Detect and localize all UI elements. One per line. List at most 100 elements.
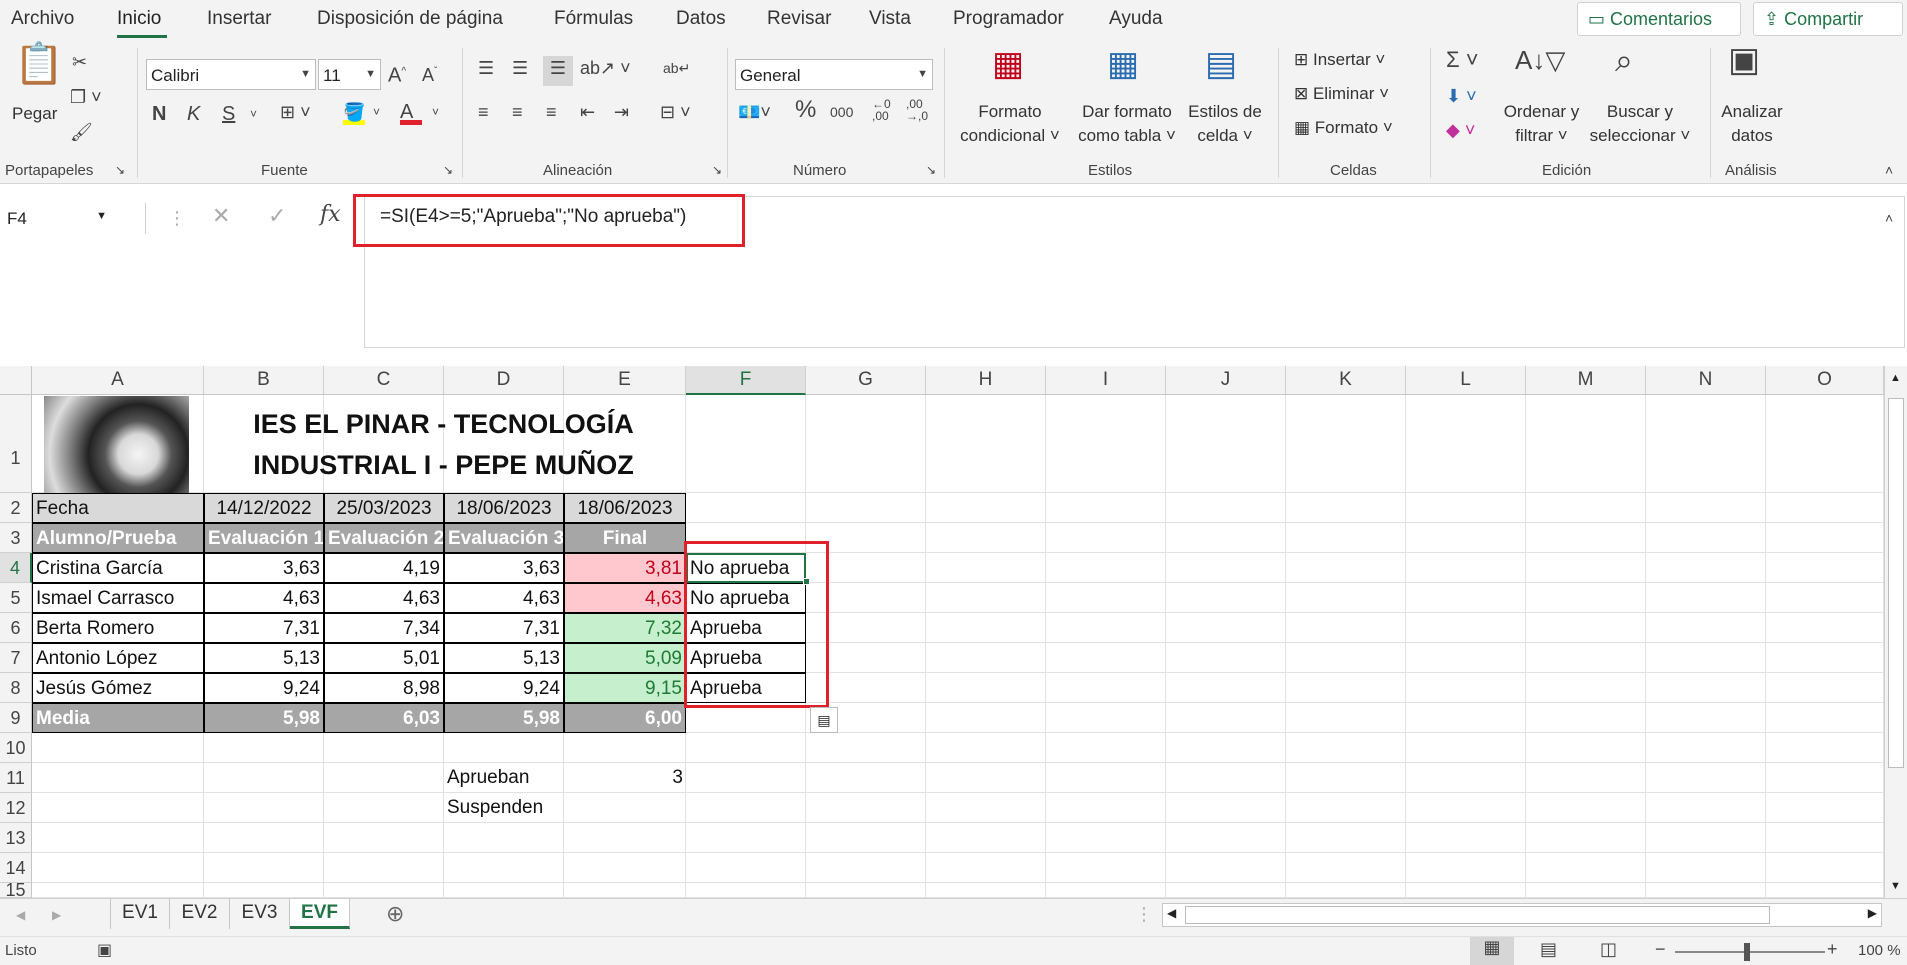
cell-mean[interactable]: 6,00	[564, 703, 686, 733]
column-header[interactable]: J	[1166, 366, 1286, 395]
decrease-decimal-icon[interactable]: ,00 →,0	[906, 98, 928, 122]
insert-cells-button[interactable]: ⊞ Insertar ˅	[1294, 48, 1385, 72]
tab-insertar[interactable]: Insertar	[207, 8, 271, 30]
cell-final-score[interactable]: 7,32	[564, 613, 686, 643]
cell-student-name[interactable]: Antonio López	[32, 643, 204, 673]
cell-mean[interactable]: 5,98	[204, 703, 324, 733]
find-select-icon[interactable]: ⌕	[1615, 44, 1633, 76]
cell-score[interactable]: 4,63	[204, 583, 324, 613]
dialog-launcher-icon[interactable]: ↘	[115, 158, 125, 182]
row-header[interactable]: 14	[0, 853, 32, 883]
cell-fail-label[interactable]: Suspenden	[444, 793, 564, 823]
sheet-tab-ev1[interactable]: EV1	[110, 899, 170, 929]
percent-button[interactable]: %	[795, 98, 816, 122]
cell-approve-count[interactable]: 3	[564, 763, 686, 793]
zoom-slider[interactable]	[1675, 951, 1825, 953]
number-format-combo[interactable]: General ▼	[735, 59, 933, 90]
cell-score[interactable]: 4,63	[444, 583, 564, 613]
orientation-icon[interactable]: ab↗ ˅	[580, 56, 631, 80]
copy-icon[interactable]: ❐ ˅	[70, 85, 102, 109]
page-layout-view-icon[interactable]: ▤	[1540, 939, 1557, 960]
zoom-level[interactable]: 100 %	[1858, 942, 1901, 959]
name-box[interactable]: F4 ▼	[3, 203, 146, 234]
chevron-down-icon[interactable]: ˅	[432, 100, 439, 124]
row-header[interactable]: 11	[0, 763, 32, 793]
cell-score[interactable]: 5,13	[444, 643, 564, 673]
paste-button[interactable]: Pegar	[12, 102, 57, 126]
scroll-right-icon[interactable]: ▶	[1868, 906, 1877, 920]
row-header[interactable]: 4	[0, 553, 32, 583]
cell-header[interactable]: Final	[564, 523, 686, 553]
bold-button[interactable]: N	[152, 102, 166, 126]
sheet-tab-evf[interactable]: EVF	[290, 899, 350, 929]
cell-score[interactable]: 9,24	[444, 673, 564, 703]
cell-mean-label[interactable]: Media	[32, 703, 204, 733]
vertical-scroll-thumb[interactable]	[1888, 398, 1904, 768]
sheet-tab-ev3[interactable]: EV3	[230, 899, 290, 929]
normal-view-icon[interactable]: ▦	[1470, 937, 1514, 965]
sort-filter-button[interactable]: Ordenar y filtrar ˅	[1494, 100, 1589, 148]
column-header[interactable]: K	[1286, 366, 1406, 395]
row-header[interactable]: 15	[0, 881, 32, 899]
font-name-combo[interactable]: Calibri ▼	[146, 59, 316, 90]
sort-filter-icon[interactable]: A↓▽	[1515, 47, 1565, 73]
cell-date[interactable]: 25/03/2023	[324, 493, 444, 523]
cell-date[interactable]: 18/06/2023	[444, 493, 564, 523]
increase-indent-icon[interactable]: ⇥	[614, 100, 629, 124]
row-header[interactable]: 5	[0, 583, 32, 613]
column-header[interactable]: F	[686, 366, 806, 395]
column-header[interactable]: L	[1406, 366, 1526, 395]
cell-score[interactable]: 5,01	[324, 643, 444, 673]
enter-icon[interactable]: ✓	[268, 204, 286, 228]
align-center-icon[interactable]: ≡	[512, 100, 523, 124]
zoom-in-icon[interactable]: +	[1827, 939, 1838, 960]
tab-archivo[interactable]: Archivo	[11, 8, 74, 30]
thousands-button[interactable]: 000	[830, 100, 853, 124]
cell-date[interactable]: 18/06/2023	[564, 493, 686, 523]
horizontal-scroll-thumb[interactable]	[1185, 906, 1770, 924]
analyze-data-icon[interactable]: ▣	[1728, 43, 1760, 77]
conditional-format-icon[interactable]: ▦	[992, 47, 1024, 81]
row-header[interactable]: 3	[0, 523, 32, 553]
collapse-ribbon-icon[interactable]: ˄	[1885, 158, 1893, 182]
row-header[interactable]: 2	[0, 493, 32, 523]
increase-decimal-icon[interactable]: ←0,00	[872, 98, 891, 122]
column-header[interactable]: C	[324, 366, 444, 395]
cell-score[interactable]: 5,13	[204, 643, 324, 673]
cell-mean[interactable]: 5,98	[444, 703, 564, 733]
font-size-combo[interactable]: 11 ▼	[318, 59, 381, 90]
dialog-launcher-icon[interactable]: ↘	[443, 158, 453, 182]
quick-analysis-icon[interactable]: ▤	[810, 707, 838, 733]
cell-student-name[interactable]: Jesús Gómez	[32, 673, 204, 703]
cell-final-score[interactable]: 3,81	[564, 553, 686, 583]
column-header[interactable]: H	[926, 366, 1046, 395]
cell-date[interactable]: 14/12/2022	[204, 493, 324, 523]
cell-mean[interactable]: 6,03	[324, 703, 444, 733]
tab-revisar[interactable]: Revisar	[767, 8, 831, 30]
dialog-launcher-icon[interactable]: ↘	[926, 158, 936, 182]
cancel-icon[interactable]: ✕	[212, 204, 230, 228]
row-header[interactable]: 9	[0, 703, 32, 733]
column-header[interactable]: M	[1526, 366, 1646, 395]
italic-button[interactable]: K	[187, 102, 200, 126]
cell-score[interactable]: 4,63	[324, 583, 444, 613]
row-header[interactable]: 12	[0, 793, 32, 823]
scroll-tabs-right-icon[interactable]: ▶	[52, 903, 61, 927]
cut-icon[interactable]: ✂	[72, 50, 87, 74]
column-header[interactable]: D	[444, 366, 564, 395]
align-left-icon[interactable]: ≡	[478, 100, 489, 124]
scroll-left-icon[interactable]: ◀	[1167, 906, 1176, 920]
zoom-slider-thumb[interactable]	[1744, 943, 1750, 961]
cell-styles-icon[interactable]: ▤	[1205, 47, 1237, 81]
cell-final-score[interactable]: 5,09	[564, 643, 686, 673]
sheet-tab-ev2[interactable]: EV2	[170, 899, 230, 929]
cell-score[interactable]: 3,63	[204, 553, 324, 583]
cell-styles-button[interactable]: Estilos de celda ˅	[1180, 100, 1270, 148]
format-as-table-button[interactable]: Dar formato como tabla ˅	[1072, 100, 1182, 148]
add-sheet-icon[interactable]: ⊕	[386, 902, 404, 926]
chevron-down-icon[interactable]: ˅	[373, 100, 380, 124]
column-header[interactable]: O	[1766, 366, 1884, 395]
column-header[interactable]: E	[564, 366, 686, 395]
align-middle-icon[interactable]: ☰	[512, 56, 528, 80]
scroll-up-icon[interactable]: ▲	[1890, 372, 1901, 384]
